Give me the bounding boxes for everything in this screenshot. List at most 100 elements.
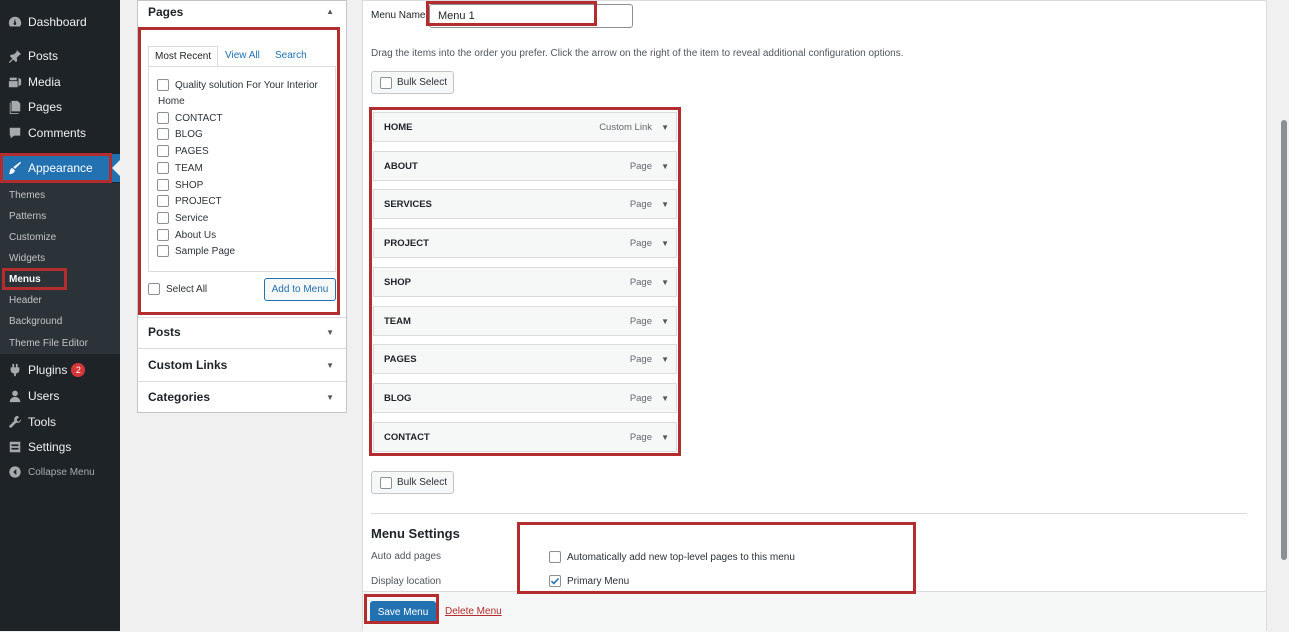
checkbox[interactable] xyxy=(157,128,169,140)
sidebar-item-users[interactable]: Users xyxy=(0,383,120,409)
menu-item-row[interactable]: PROJECT Page ▼ xyxy=(373,228,677,258)
tab-most-recent[interactable]: Most Recent xyxy=(148,46,219,67)
select-all-checkbox[interactable] xyxy=(148,283,160,295)
sidebar-item-plugins[interactable]: Plugins 2 xyxy=(0,357,120,383)
checkbox[interactable] xyxy=(157,112,169,124)
menu-item-row[interactable]: BLOG Page ▼ xyxy=(373,383,677,413)
scrollbar-thumb[interactable] xyxy=(1281,120,1287,560)
delete-menu-link[interactable]: Delete Menu xyxy=(445,606,502,617)
list-item[interactable]: PROJECT xyxy=(157,195,222,207)
chevron-down-icon[interactable]: ▼ xyxy=(661,239,669,248)
checkbox[interactable] xyxy=(157,195,169,207)
sidebar-item-dashboard[interactable]: Dashboard xyxy=(0,9,120,35)
list-item[interactable]: CONTACT xyxy=(157,112,223,124)
list-item[interactable]: SHOP xyxy=(157,179,203,191)
checkbox[interactable] xyxy=(157,162,169,174)
menu-name-input[interactable]: Menu 1 xyxy=(429,4,633,28)
chevron-down-icon[interactable]: ▼ xyxy=(326,361,334,370)
chevron-down-icon[interactable]: ▼ xyxy=(661,123,669,132)
submenu-widgets[interactable]: Widgets xyxy=(9,253,45,264)
submenu-header[interactable]: Header xyxy=(9,295,42,306)
chevron-down-icon[interactable]: ▼ xyxy=(661,278,669,287)
sidebar-item-tools[interactable]: Tools xyxy=(0,409,120,435)
chevron-down-icon[interactable]: ▼ xyxy=(326,393,334,402)
dashboard-icon xyxy=(7,14,23,30)
settings-icon xyxy=(7,439,23,455)
list-item[interactable]: About Us xyxy=(157,229,216,241)
bulk-select-checkbox[interactable] xyxy=(380,76,392,89)
chevron-down-icon[interactable]: ▼ xyxy=(661,162,669,171)
admin-sidebar: Dashboard Posts Media Pages Comments App… xyxy=(0,0,120,631)
menu-item-row[interactable]: SHOP Page ▼ xyxy=(373,267,677,297)
collapse-menu-button[interactable]: Collapse Menu xyxy=(0,459,120,485)
bulk-select-button-bottom[interactable]: Bulk Select xyxy=(371,471,454,494)
sidebar-item-label: Appearance xyxy=(28,161,93,175)
chevron-down-icon[interactable]: ▼ xyxy=(661,200,669,209)
user-icon xyxy=(7,388,23,404)
sidebar-item-label: Pages xyxy=(28,100,63,114)
current-pointer xyxy=(112,160,120,176)
checkbox[interactable] xyxy=(157,179,169,191)
sidebar-item-label: Settings xyxy=(28,440,72,454)
categories-section-title[interactable]: Categories xyxy=(148,390,210,404)
menu-item-row[interactable]: ABOUT Page ▼ xyxy=(373,151,677,181)
bulk-select-button[interactable]: Bulk Select xyxy=(371,71,454,94)
sidebar-item-settings[interactable]: Settings xyxy=(0,434,120,460)
posts-section-title[interactable]: Posts xyxy=(148,325,181,339)
submenu-customize[interactable]: Customize xyxy=(9,232,56,243)
collapse-icon xyxy=(7,464,23,480)
save-menu-button[interactable]: Save Menu xyxy=(370,601,436,623)
sidebar-item-media[interactable]: Media xyxy=(0,69,120,95)
checkbox[interactable] xyxy=(157,145,169,157)
menu-item-row[interactable]: TEAM Page ▼ xyxy=(373,306,677,336)
collapse-menu-label: Collapse Menu xyxy=(28,466,95,478)
list-item[interactable]: BLOG xyxy=(157,128,203,140)
submenu-themes[interactable]: Themes xyxy=(9,190,45,201)
chevron-down-icon[interactable]: ▼ xyxy=(661,317,669,326)
tab-view-all[interactable]: View All xyxy=(225,46,260,67)
sidebar-item-label: Plugins xyxy=(28,363,68,377)
select-all[interactable]: Select All xyxy=(148,283,207,295)
submenu-menus[interactable]: Menus xyxy=(9,274,41,285)
menu-item-row[interactable]: CONTACT Page ▼ xyxy=(373,422,677,452)
checkmark-icon xyxy=(550,577,560,585)
checkbox[interactable] xyxy=(157,79,169,91)
custom-links-section-title[interactable]: Custom Links xyxy=(148,358,227,372)
sidebar-item-label: Posts xyxy=(28,49,59,63)
pages-section-title[interactable]: Pages xyxy=(148,5,183,19)
list-item[interactable]: Sample Page xyxy=(157,245,235,257)
auto-add-checkbox[interactable] xyxy=(549,551,561,563)
list-item[interactable]: PAGES xyxy=(157,145,209,157)
bulk-select-checkbox[interactable] xyxy=(380,476,392,489)
auto-add-pages-option[interactable]: Automatically add new top-level pages to… xyxy=(549,551,795,563)
page-scrollbar[interactable] xyxy=(1279,0,1289,631)
sidebar-item-appearance[interactable]: Appearance xyxy=(0,154,120,182)
checkbox[interactable] xyxy=(157,229,169,241)
submenu-theme-file-editor[interactable]: Theme File Editor xyxy=(9,338,88,349)
submenu-patterns[interactable]: Patterns xyxy=(9,211,46,222)
list-item[interactable]: TEAM xyxy=(157,162,203,174)
primary-menu-checkbox[interactable] xyxy=(549,575,561,587)
tab-search[interactable]: Search xyxy=(275,46,307,67)
sidebar-item-posts[interactable]: Posts xyxy=(0,43,120,69)
chevron-down-icon[interactable]: ▼ xyxy=(326,328,334,337)
sidebar-item-pages[interactable]: Pages xyxy=(0,94,120,120)
checkbox[interactable] xyxy=(157,212,169,224)
checkbox[interactable] xyxy=(157,245,169,257)
auto-add-pages-label: Auto add pages xyxy=(371,551,442,562)
add-to-menu-button[interactable]: Add to Menu xyxy=(264,278,336,301)
list-item[interactable]: Service xyxy=(157,212,208,224)
submenu-background[interactable]: Background xyxy=(9,316,62,327)
sidebar-item-comments[interactable]: Comments xyxy=(0,120,120,146)
chevron-down-icon[interactable]: ▼ xyxy=(661,355,669,364)
list-item: Home xyxy=(158,96,185,107)
chevron-down-icon[interactable]: ▼ xyxy=(661,433,669,442)
list-item[interactable]: Quality solution For Your Interior xyxy=(157,79,318,91)
chevron-up-icon[interactable]: ▲ xyxy=(326,7,334,16)
display-location-label: Display location xyxy=(371,576,442,587)
primary-menu-option[interactable]: Primary Menu xyxy=(549,575,629,587)
menu-item-row[interactable]: HOME Custom Link ▼ xyxy=(373,112,677,142)
chevron-down-icon[interactable]: ▼ xyxy=(661,394,669,403)
menu-item-row[interactable]: PAGES Page ▼ xyxy=(373,344,677,374)
menu-item-row[interactable]: SERVICES Page ▼ xyxy=(373,189,677,219)
